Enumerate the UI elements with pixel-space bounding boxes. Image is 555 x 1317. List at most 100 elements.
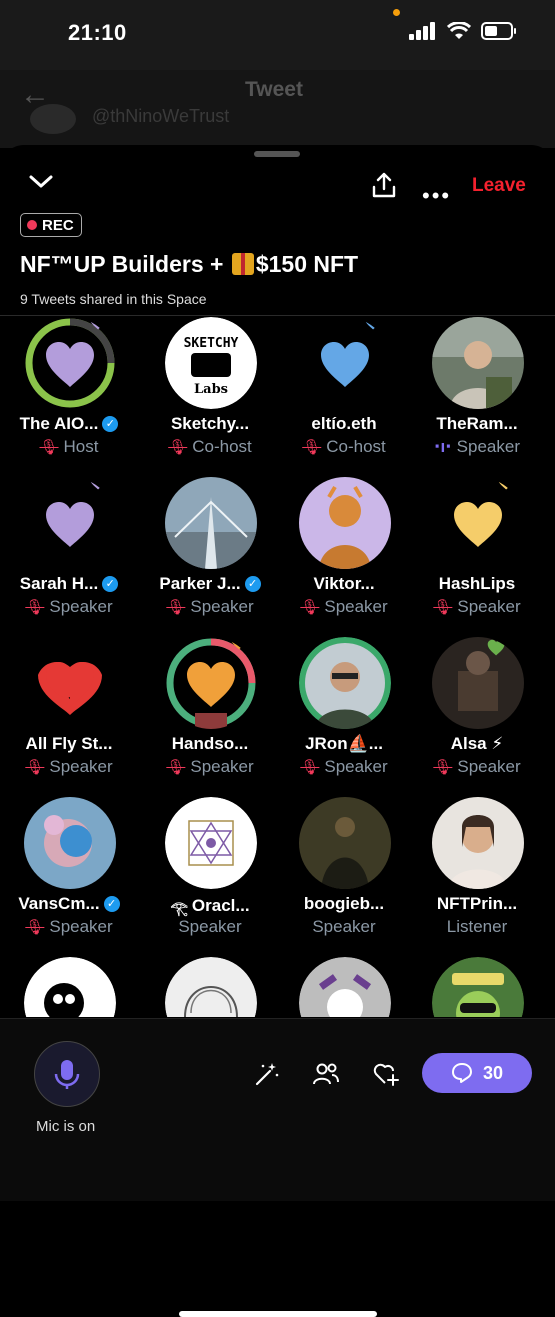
participant-role: Speaker xyxy=(143,917,277,937)
participant-tile[interactable]: All Fly St... 🎙 Speaker xyxy=(2,637,136,797)
participant-avatar[interactable] xyxy=(24,317,116,409)
participant-tile[interactable]: 𓂀 Oracl... Speaker xyxy=(143,797,277,957)
participant-avatar[interactable] xyxy=(24,797,116,889)
rec-label: REC xyxy=(42,216,74,234)
home-indicator[interactable] xyxy=(179,1311,377,1317)
participant-tile[interactable]: Handso... 🎙 Speaker xyxy=(143,637,277,797)
participant-avatar[interactable]: SKETCHY Labs xyxy=(165,317,257,409)
chevron-down-icon[interactable] xyxy=(28,173,54,191)
participant-name-text: Parker J... xyxy=(159,574,241,593)
participant-avatar[interactable] xyxy=(432,637,524,729)
participant-role-text: Speaker xyxy=(190,597,254,616)
participant-role: 🎙 Speaker xyxy=(143,757,277,777)
gift-emoji-icon xyxy=(231,253,254,275)
participant-role: 🎙 Speaker xyxy=(410,597,544,617)
share-icon[interactable] xyxy=(370,171,398,199)
participant-name: Viktor... xyxy=(277,574,411,594)
background-tweet-header: ← Tweet @thNinoWeTrust xyxy=(0,70,555,148)
status-bar: 21:10 xyxy=(0,0,555,70)
participant-name: TheRam... xyxy=(410,414,544,434)
eye-of-horus-icon: 𓂀 xyxy=(170,900,188,916)
participant-avatar[interactable] xyxy=(299,957,391,1017)
participant-grid: The AIO... ✓ 🎙 Host SKETCHY Labs Sketchy... 🎙 Co… xyxy=(0,317,555,1017)
participant-role: 🎙 Speaker xyxy=(2,917,136,937)
participant-name-text: Sketchy... xyxy=(170,414,250,433)
participant-avatar[interactable] xyxy=(432,797,524,889)
participant-name-text: VansCm... xyxy=(18,894,100,913)
participant-avatar[interactable] xyxy=(432,317,524,409)
participant-name-text: JRon⛵... xyxy=(305,734,383,753)
participant-avatar[interactable] xyxy=(432,477,524,569)
mic-muted-icon: 🎙 xyxy=(168,439,188,456)
bottom-control-bar: Mic is on 30 xyxy=(0,1018,555,1317)
leave-button[interactable]: Leave xyxy=(472,175,526,197)
cellular-signal-icon xyxy=(409,22,435,40)
sheet-grabber[interactable] xyxy=(254,151,300,157)
participant-avatar[interactable] xyxy=(165,477,257,569)
participant-avatar[interactable] xyxy=(299,797,391,889)
participant-tile[interactable]: Parker J... ✓ 🎙 Speaker xyxy=(143,477,277,637)
mic-status-label: Mic is on xyxy=(36,1118,96,1135)
participant-tile[interactable]: The AIO... ✓ 🎙 Host xyxy=(2,317,136,477)
participant-tile[interactable]: boogieb... Speaker xyxy=(277,797,411,957)
microphone-button[interactable] xyxy=(34,1041,100,1107)
participant-tile[interactable]: NFTPrin... Listener xyxy=(410,797,544,957)
participant-role: 🎙 Speaker xyxy=(143,597,277,617)
mic-muted-icon: 🎙 xyxy=(166,599,186,616)
participant-tile[interactable] xyxy=(2,957,136,1017)
heart-plus-icon[interactable] xyxy=(372,1061,400,1087)
participant-name: 𓂀 Oracl... xyxy=(143,894,277,918)
participant-avatar[interactable] xyxy=(299,637,391,729)
comments-button[interactable]: 30 xyxy=(422,1053,532,1093)
mic-muted-icon: 🎙 xyxy=(302,439,322,456)
participant-avatar[interactable] xyxy=(24,477,116,569)
participant-avatar[interactable] xyxy=(299,477,391,569)
participant-avatar[interactable] xyxy=(165,637,257,729)
participant-tile[interactable]: VansCm... ✓ 🎙 Speaker xyxy=(2,797,136,957)
participant-role-text: Speaker xyxy=(190,757,254,776)
participant-name-text: Sarah H... xyxy=(19,574,99,593)
participant-tile[interactable]: Sarah H... ✓ 🎙 Speaker xyxy=(2,477,136,637)
participant-name-text: The AIO... xyxy=(19,414,99,433)
participant-name-text: All Fly St... xyxy=(25,734,113,753)
participant-role-text: Co-host xyxy=(326,437,386,456)
participant-avatar[interactable] xyxy=(24,957,116,1017)
participant-avatar[interactable] xyxy=(24,637,116,729)
shared-tweets-link[interactable]: 9 Tweets shared in this Space xyxy=(20,291,207,307)
participant-tile[interactable]: SKETCHY Labs Sketchy... 🎙 Co-host xyxy=(143,317,277,477)
participant-tile[interactable]: Viktor... 🎙 Speaker xyxy=(277,477,411,637)
participant-role: ⋅ı⋅ Speaker xyxy=(410,437,544,457)
comment-icon xyxy=(451,1063,472,1083)
participant-avatar[interactable] xyxy=(165,957,257,1017)
participant-tile[interactable] xyxy=(277,957,411,1017)
participant-tile[interactable]: TheRam... ⋅ı⋅ Speaker xyxy=(410,317,544,477)
participant-role-text: Speaker xyxy=(324,597,388,616)
participant-role-text: Speaker xyxy=(457,757,521,776)
verified-badge-icon: ✓ xyxy=(102,576,119,592)
participant-role-text: Co-host xyxy=(192,437,252,456)
background-avatar xyxy=(30,104,76,134)
background-title: Tweet xyxy=(245,78,303,101)
background-handle: @thNinoWeTrust xyxy=(92,106,230,126)
participant-role-text: Listener xyxy=(446,917,508,936)
comment-count: 30 xyxy=(482,1062,504,1083)
verified-badge-icon: ✓ xyxy=(102,416,119,432)
participant-avatar[interactable] xyxy=(165,797,257,889)
record-dot-icon xyxy=(27,220,37,230)
participant-tile[interactable]: Alsa ⚡ 🎙 Speaker xyxy=(410,637,544,797)
participant-tile[interactable] xyxy=(143,957,277,1017)
participant-name: NFTPrin... xyxy=(410,894,544,914)
participant-name-text: Alsa ⚡ xyxy=(450,734,504,753)
magic-wand-icon[interactable] xyxy=(254,1061,280,1087)
participant-role: 🎙 Speaker xyxy=(2,597,136,617)
participant-tile[interactable]: JRon⛵... 🎙 Speaker xyxy=(277,637,411,797)
people-icon[interactable] xyxy=(312,1061,340,1087)
title-text-2: $150 NFT xyxy=(255,251,359,277)
participant-tile[interactable] xyxy=(410,957,544,1017)
participant-role-text: Speaker xyxy=(457,597,521,616)
more-options-icon[interactable]: ••• xyxy=(422,183,451,209)
participant-avatar[interactable] xyxy=(432,957,524,1017)
participant-avatar[interactable] xyxy=(299,317,391,409)
participant-tile[interactable]: eltío.eth 🎙 Co-host xyxy=(277,317,411,477)
participant-tile[interactable]: HashLips 🎙 Speaker xyxy=(410,477,544,637)
